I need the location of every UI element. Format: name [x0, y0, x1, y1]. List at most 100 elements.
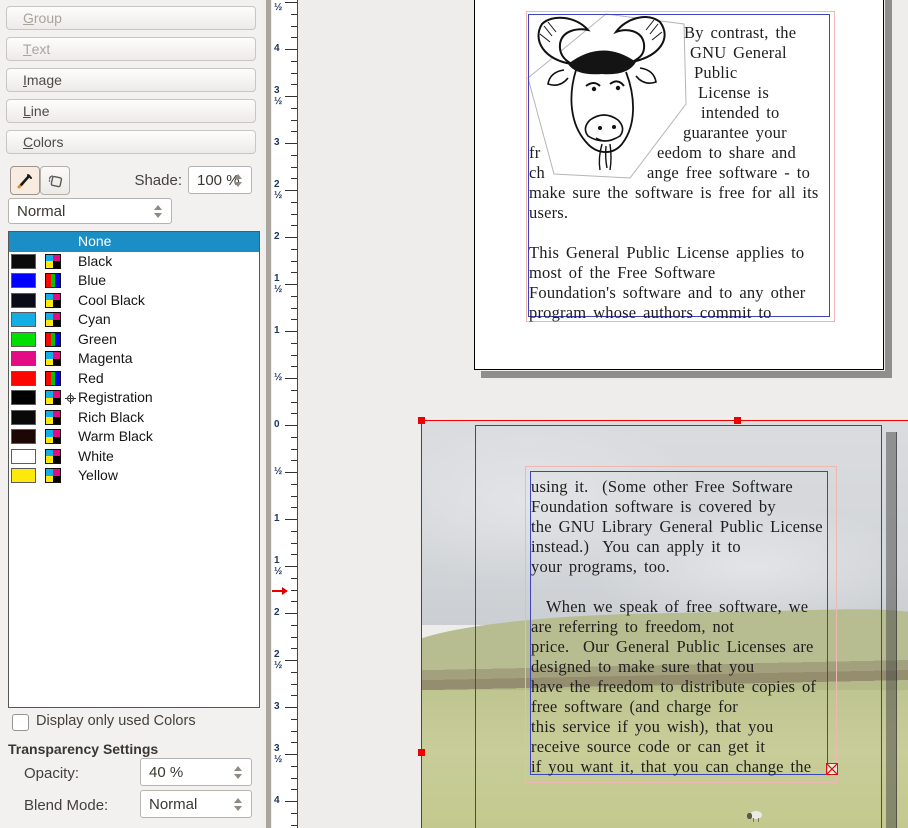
cmyk-icon — [45, 449, 61, 464]
spin-up-icon[interactable] — [234, 174, 242, 179]
ruler-tick — [291, 625, 297, 626]
ruler-label: 4½ — [274, 0, 290, 13]
cmyk-icon — [45, 390, 61, 405]
dropdown-stepper-icon[interactable] — [154, 199, 166, 223]
spin-down-icon[interactable] — [234, 182, 242, 187]
color-name: Cool Black — [78, 292, 145, 308]
color-row-yellow[interactable]: Yellow — [9, 466, 259, 486]
section-header-group: Group — [6, 6, 256, 30]
color-row-blue[interactable]: Blue — [9, 271, 259, 291]
color-swatch — [11, 390, 36, 405]
paint-brush-icon — [16, 172, 34, 190]
ruler-label: 4 — [274, 43, 290, 54]
ruler-label: 1½ — [274, 273, 290, 295]
ruler-tick — [291, 766, 297, 767]
spin-down-icon[interactable] — [234, 774, 242, 779]
rgb-icon — [45, 332, 61, 347]
shade-spin-buttons[interactable] — [234, 167, 246, 193]
ruler-label: 0 — [274, 419, 290, 430]
ruler-tick — [291, 61, 297, 62]
ruler-tick — [291, 73, 297, 74]
document-canvas[interactable]: By contrast, theGNU GeneralPublicLicense… — [298, 0, 908, 828]
ruler-tick — [291, 695, 297, 696]
ruler-tick — [291, 155, 297, 156]
display-only-used-colors-checkbox[interactable] — [12, 714, 29, 731]
ruler-tick — [291, 202, 297, 203]
blend-mode-top-dropdown[interactable]: Normal — [8, 198, 172, 224]
selection-handle-left-middle[interactable] — [418, 749, 425, 756]
color-row-cool-black[interactable]: Cool Black — [9, 291, 259, 311]
ruler-tick — [291, 648, 297, 649]
edit-line-color-button[interactable] — [10, 166, 40, 195]
section-header-image[interactable]: Image — [6, 68, 256, 92]
ruler-tick — [291, 496, 297, 497]
ruler-tick — [291, 249, 297, 250]
edit-fill-color-button[interactable] — [40, 166, 70, 195]
text-line: are referring to freedom, not — [531, 617, 734, 637]
ruler-tick — [291, 343, 297, 344]
text-line: designed to make sure that you — [531, 657, 754, 677]
paint-bucket-icon — [46, 172, 64, 190]
text-line: fr — [529, 143, 540, 163]
text-line: the GNU Library General Public License — [531, 517, 823, 537]
color-row-white[interactable]: White — [9, 447, 259, 467]
spin-up-icon[interactable] — [234, 766, 242, 771]
color-name: Rich Black — [78, 409, 144, 425]
ruler-label: 1 — [274, 513, 290, 524]
ruler-label: 2 — [274, 607, 290, 618]
text-line: intended to — [701, 103, 779, 123]
colors-list[interactable]: NoneBlackBlueCool BlackCyanGreenMagentaR… — [8, 231, 260, 708]
color-name: Yellow — [78, 467, 118, 483]
ruler-tick — [291, 778, 297, 779]
stepper-up-icon[interactable] — [154, 205, 162, 210]
color-row-black[interactable]: Black — [9, 252, 259, 272]
color-row-magenta[interactable]: Magenta — [9, 349, 259, 369]
color-swatch — [11, 254, 36, 269]
stepper-up-icon[interactable] — [234, 798, 242, 803]
opacity-spinner[interactable]: 40 % — [140, 758, 252, 786]
color-swatch — [11, 449, 36, 464]
cmyk-icon — [45, 410, 61, 425]
ruler-label: 1 — [274, 325, 290, 336]
color-row-red[interactable]: Red — [9, 369, 259, 389]
shade-spinner[interactable]: 100 % — [188, 166, 252, 194]
ruler-tick — [291, 460, 297, 461]
text-line: this service if you wish), that you — [531, 717, 773, 737]
color-row-warm-black[interactable]: Warm Black — [9, 427, 259, 447]
section-header-text: Text — [6, 37, 256, 61]
stepper-down-icon[interactable] — [154, 213, 162, 218]
color-row-registration[interactable]: Registration — [9, 388, 259, 408]
color-swatch — [11, 371, 36, 386]
color-name: Blue — [78, 272, 106, 288]
opacity-label: Opacity: — [24, 765, 79, 782]
ruler-label: 3 — [274, 137, 290, 148]
color-row-none[interactable]: None — [9, 232, 259, 252]
ruler-tick — [291, 402, 297, 403]
cmyk-icon — [45, 254, 61, 269]
color-row-cyan[interactable]: Cyan — [9, 310, 259, 330]
ruler-tick — [291, 308, 297, 309]
panel-splitter[interactable] — [262, 0, 272, 828]
vertical-ruler[interactable]: 4½43½32½21½1½0½11½22½33½4 — [272, 0, 298, 828]
selection-handle-top-middle[interactable] — [734, 417, 741, 424]
color-swatch — [11, 293, 36, 308]
text-overflow-icon[interactable] — [826, 763, 838, 775]
text-line: using it. (Some other Free Software — [531, 477, 793, 497]
ruler-marker-icon — [272, 590, 282, 592]
rgb-icon — [45, 273, 61, 288]
section-header-colors[interactable]: Colors — [6, 130, 256, 154]
ruler-tick — [291, 413, 297, 414]
section-header-line[interactable]: Line — [6, 99, 256, 123]
ruler-tick — [291, 108, 297, 109]
ruler-tick — [291, 554, 297, 555]
blend-mode-dropdown[interactable]: Normal — [140, 790, 252, 818]
selection-handle-top-left[interactable] — [418, 417, 425, 424]
color-swatch — [11, 410, 36, 425]
stepper-down-icon[interactable] — [234, 806, 242, 811]
color-row-rich-black[interactable]: Rich Black — [9, 408, 259, 428]
color-row-green[interactable]: Green — [9, 330, 259, 350]
ruler-tick — [291, 742, 297, 743]
color-name: Registration — [78, 389, 153, 405]
color-swatch — [11, 312, 36, 327]
splitter-handle[interactable] — [266, 0, 271, 828]
